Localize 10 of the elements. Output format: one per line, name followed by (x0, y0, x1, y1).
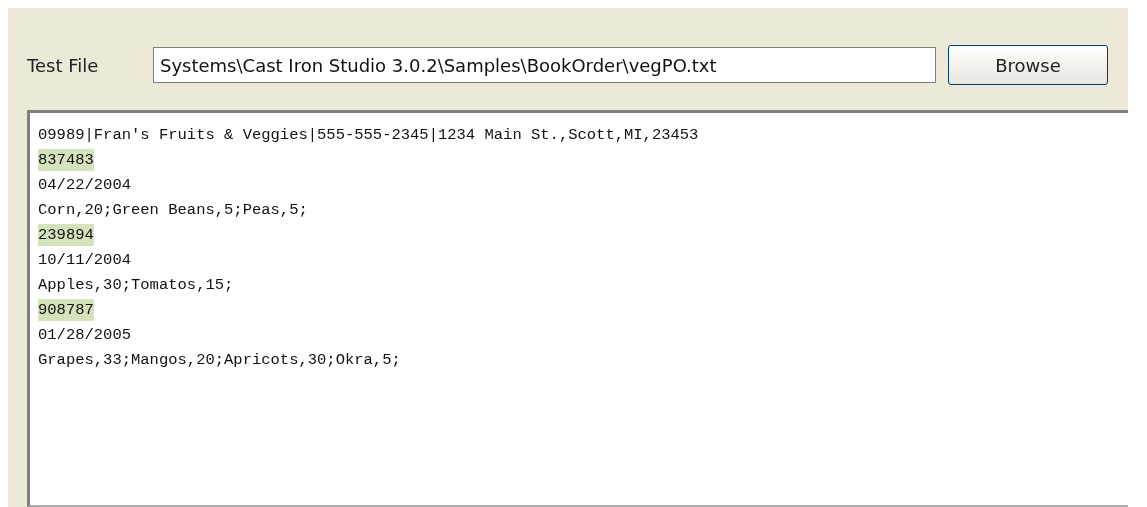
file-line: 10/11/2004 (38, 250, 131, 271)
file-line: Apples,30;Tomatos,15; (38, 275, 234, 296)
test-file-field[interactable]: Systems\Cast Iron Studio 3.0.2\Samples\BookOrder\vegPO.txt (153, 47, 936, 83)
browse-button[interactable]: Browse (948, 45, 1108, 85)
file-line: 09989|Fran's Fruits & Veggies|555-555-2345|1234 Main St.,Scott,MI,23453 (38, 125, 699, 146)
file-line: Corn,20;Green Beans,5;Peas,5; (38, 200, 308, 221)
test-file-label: Test File (27, 54, 100, 76)
file-line: 01/28/2005 (38, 325, 131, 346)
file-line: Grapes,33;Mangos,20;Apricots,30;Okra,5; (38, 350, 401, 371)
file-line: 04/22/2004 (38, 175, 131, 196)
